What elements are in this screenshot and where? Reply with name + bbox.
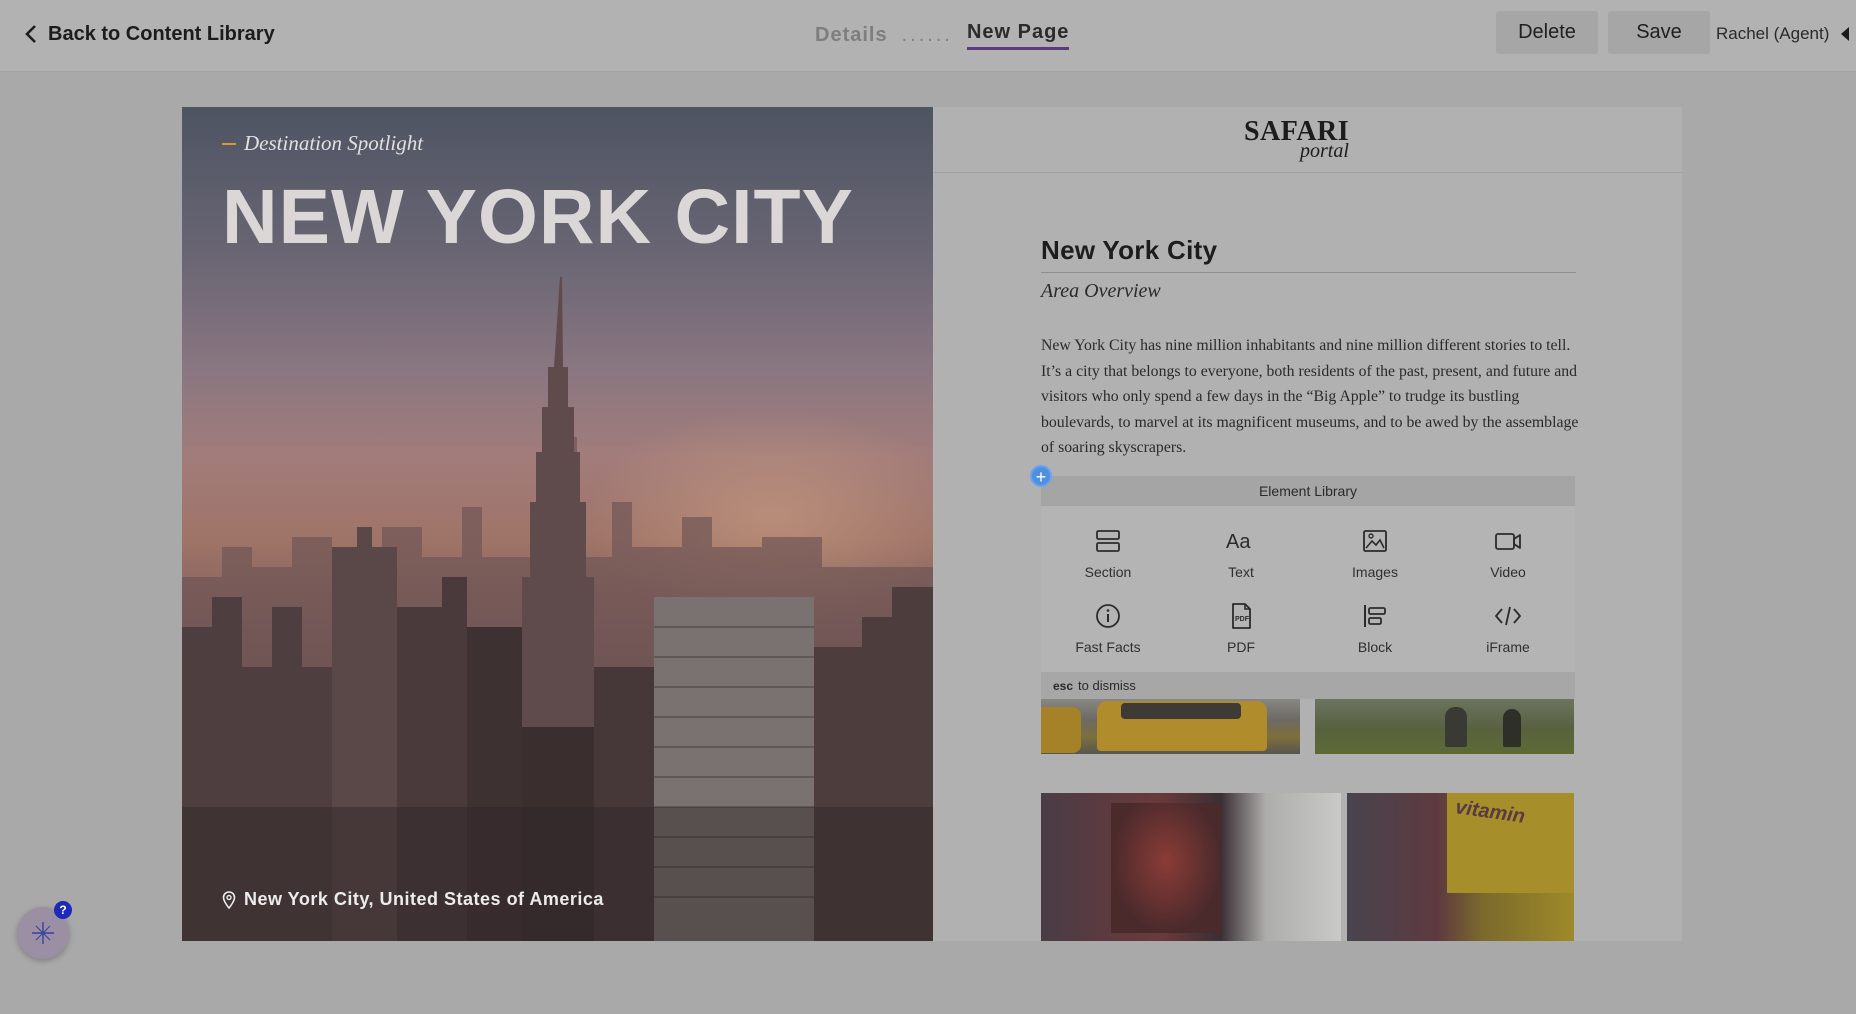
dismiss-hint: esc to dismiss [1041, 672, 1575, 699]
text-icon: Aa [1226, 531, 1251, 553]
svg-text:Aa: Aa [1226, 531, 1251, 553]
hero-kicker: Destination Spotlight [222, 131, 423, 156]
billboard-photo-right[interactable]: vitamin [1347, 793, 1574, 941]
kicker-dash [222, 142, 236, 145]
element-label: Video [1490, 564, 1526, 580]
save-button[interactable]: Save [1608, 11, 1710, 54]
caret-left-icon [1841, 27, 1850, 41]
kicker-text: Destination Spotlight [244, 131, 424, 155]
page-body-text[interactable]: New York City has nine million inhabitan… [1041, 333, 1581, 461]
billboard-photo-left[interactable] [1041, 793, 1341, 941]
user-menu[interactable]: Rachel (Agent) [1716, 20, 1850, 48]
page-subheading[interactable]: Area Overview [1041, 280, 1161, 303]
location-text: New York City, United States of America [244, 889, 604, 909]
dismiss-text: to dismiss [1078, 678, 1136, 693]
dismiss-key: esc [1053, 678, 1074, 693]
hero-panel[interactable]: Destination Spotlight NEW YORK CITY New … [182, 107, 933, 941]
element-label: Text [1228, 564, 1254, 580]
help-badge: ? [54, 901, 72, 919]
element-images[interactable]: Images [1308, 526, 1442, 592]
person-shape [1445, 707, 1467, 747]
element-label: PDF [1227, 639, 1255, 655]
hero-location: New York City, United States of America [222, 889, 604, 910]
info-icon [1096, 604, 1120, 628]
svg-text:PDF: PDF [1235, 616, 1250, 623]
back-label: Back to Content Library [48, 22, 275, 45]
section-icon [1096, 530, 1120, 552]
element-text[interactable]: Aa Text [1174, 526, 1308, 592]
element-label: Images [1352, 564, 1398, 580]
element-label: iFrame [1486, 639, 1530, 655]
element-label: Fast Facts [1075, 639, 1141, 655]
top-bar: Back to Content Library Details ...... N… [0, 0, 1856, 72]
park-photo[interactable] [1315, 697, 1574, 754]
hero-title: NEW YORK CITY [222, 174, 854, 260]
help-button[interactable]: ? [17, 901, 72, 959]
page-heading[interactable]: New York City [1041, 235, 1217, 266]
element-label: Block [1357, 639, 1393, 655]
breadcrumb-details[interactable]: Details [815, 24, 888, 47]
logo-line2: portal [1300, 140, 1349, 162]
breadcrumb: Details ...... New Page [815, 18, 1070, 52]
add-element-button[interactable]: + [1030, 465, 1052, 487]
element-section[interactable]: Section [1041, 526, 1175, 592]
block-icon [1364, 605, 1386, 627]
page-header: SAFARI portal [934, 107, 1682, 173]
element-video[interactable]: Video [1441, 526, 1575, 592]
breadcrumb-separator: ...... [901, 23, 953, 46]
taxi-photo[interactable] [1041, 697, 1300, 754]
breadcrumb-current[interactable]: New Page [966, 21, 1070, 50]
person-shape [1503, 709, 1521, 747]
image-icon [1363, 530, 1387, 552]
element-library-title: Element Library [1041, 476, 1575, 506]
safari-portal-logo: SAFARI portal [1240, 116, 1390, 166]
map-pin-icon [222, 890, 236, 909]
delete-button[interactable]: Delete [1496, 11, 1598, 54]
code-icon [1494, 606, 1522, 626]
video-icon [1495, 533, 1521, 550]
element-block[interactable]: Block [1308, 601, 1442, 667]
sparkle-icon [32, 922, 54, 944]
taxi-window [1121, 703, 1241, 719]
heading-divider [1041, 272, 1576, 273]
taxi-shape [1041, 707, 1081, 753]
element-label: Section [1084, 564, 1132, 580]
user-name: Rachel (Agent) [1716, 24, 1830, 43]
element-pdf[interactable]: PDF PDF [1174, 601, 1308, 667]
element-fast-facts[interactable]: Fast Facts [1041, 601, 1175, 667]
back-to-library-link[interactable]: Back to Content Library [24, 20, 275, 48]
pdf-icon: PDF [1232, 603, 1251, 629]
element-iframe[interactable]: iFrame [1441, 601, 1575, 667]
chevron-left-icon [25, 25, 36, 43]
element-library-popover: Element Library Section Aa Text Images V… [1041, 476, 1575, 699]
billboard-face [1111, 803, 1221, 933]
